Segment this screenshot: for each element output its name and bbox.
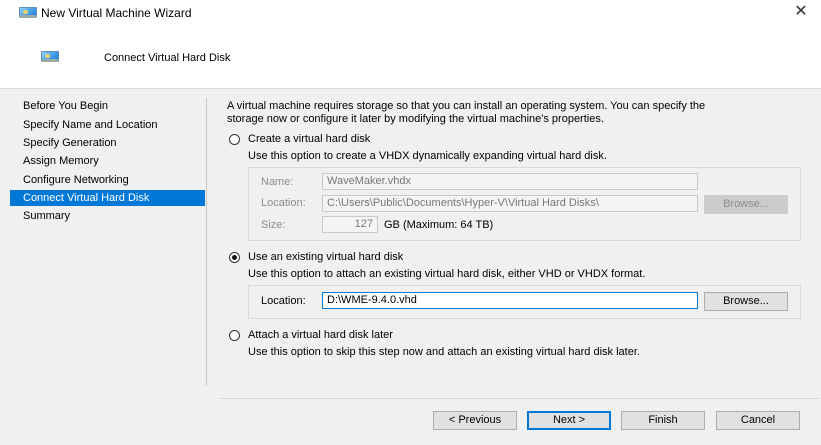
page-icon xyxy=(41,51,59,62)
page-title: Connect Virtual Hard Disk xyxy=(104,52,231,64)
close-icon[interactable]: ✕ xyxy=(790,2,812,22)
next-button[interactable]: Next > xyxy=(527,411,611,430)
create-vhd-label: Create a virtual hard disk xyxy=(248,133,371,145)
attach-later-description: Use this option to skip this step now an… xyxy=(248,346,640,358)
size-input[interactable]: 127 xyxy=(322,216,378,233)
existing-location-input[interactable]: D:\WME-9.4.0.vhd xyxy=(322,292,698,309)
intro-text-1: A virtual machine requires storage so th… xyxy=(227,100,706,112)
create-vhd-radio[interactable] xyxy=(229,134,240,145)
existing-vhd-description: Use this option to attach an existing vi… xyxy=(248,268,646,280)
hyper-v-icon xyxy=(19,7,37,18)
previous-button[interactable]: < Previous xyxy=(433,411,517,430)
sidebar-item-connect-vhd[interactable]: Connect Virtual Hard Disk xyxy=(10,190,205,206)
divider xyxy=(206,98,207,386)
create-browse-button[interactable]: Browse... xyxy=(704,195,788,214)
create-vhd-description: Use this option to create a VHDX dynamic… xyxy=(248,150,607,162)
existing-vhd-label: Use an existing virtual hard disk xyxy=(248,251,404,263)
name-label: Name: xyxy=(261,176,294,188)
sidebar-item-summary[interactable]: Summary xyxy=(10,208,205,224)
existing-vhd-radio[interactable] xyxy=(229,252,240,263)
attach-later-label: Attach a virtual hard disk later xyxy=(248,329,393,341)
name-input[interactable]: WaveMaker.vhdx xyxy=(322,173,698,190)
cancel-button[interactable]: Cancel xyxy=(716,411,800,430)
sidebar-item-specify-generation[interactable]: Specify Generation xyxy=(10,135,205,151)
sidebar-item-before-you-begin[interactable]: Before You Begin xyxy=(10,98,205,114)
create-location-label: Location: xyxy=(261,197,306,209)
window-title: New Virtual Machine Wizard xyxy=(41,6,192,20)
size-unit: GB (Maximum: 64 TB) xyxy=(384,219,494,231)
footer-divider xyxy=(220,398,820,399)
sidebar-item-configure-networking[interactable]: Configure Networking xyxy=(10,172,205,188)
existing-browse-button[interactable]: Browse... xyxy=(704,292,788,311)
finish-button[interactable]: Finish xyxy=(621,411,705,430)
attach-later-radio[interactable] xyxy=(229,330,240,341)
size-label: Size: xyxy=(261,219,286,231)
existing-location-label: Location: xyxy=(261,295,306,307)
intro-text-2: storage now or configure it later by mod… xyxy=(227,113,604,125)
sidebar-item-assign-memory[interactable]: Assign Memory xyxy=(10,153,205,169)
sidebar-item-specify-name[interactable]: Specify Name and Location xyxy=(10,117,205,133)
create-location-input[interactable]: C:\Users\Public\Documents\Hyper-V\Virtua… xyxy=(322,195,698,212)
